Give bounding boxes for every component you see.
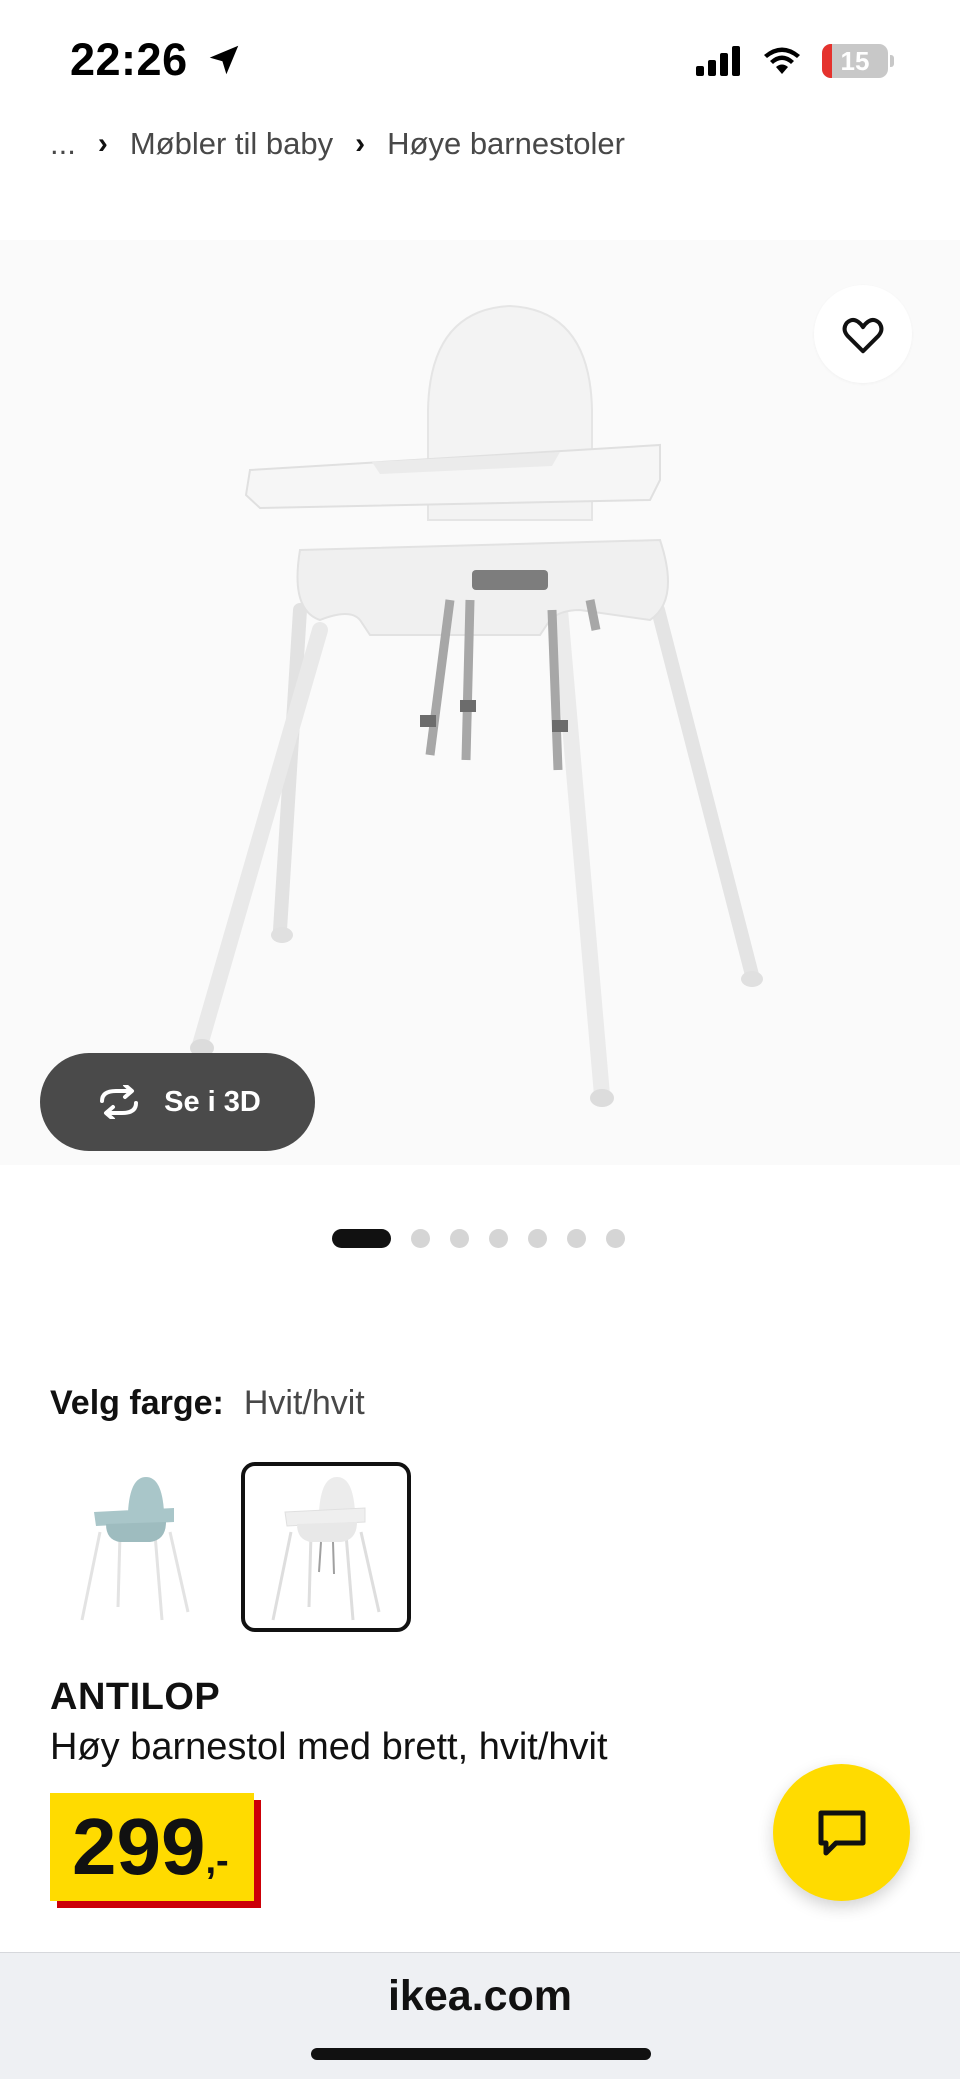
price-tag: 299 ,- (50, 1793, 254, 1901)
swatch-image-turquoise-chair (80, 1477, 190, 1621)
chevron-right-icon: › (355, 127, 366, 160)
breadcrumb-ellipsis[interactable]: ... (50, 126, 76, 162)
pagination-dot[interactable] (528, 1229, 547, 1248)
color-label: Velg farge: (50, 1384, 224, 1422)
product-description: Høy barnestol med brett, hvit/hvit (50, 1726, 608, 1768)
chat-button[interactable] (773, 1764, 910, 1901)
pagination-dot[interactable] (411, 1229, 430, 1248)
status-icons: 15 (696, 44, 894, 78)
color-selected-value: Hvit/hvit (243, 1384, 365, 1422)
status-time: 22:26 (70, 34, 243, 86)
location-arrow-icon (209, 45, 238, 75)
swatch-image-white-chair (271, 1477, 381, 1621)
view-3d-button[interactable]: Se i 3D (40, 1053, 315, 1151)
breadcrumb: ... › Møbler til baby › Høye barnestoler (50, 126, 625, 162)
pagination-dot[interactable] (489, 1229, 508, 1248)
cellular-signal-icon (696, 46, 740, 76)
color-swatch-turquoise[interactable] (50, 1462, 220, 1632)
chevron-right-icon: › (97, 127, 108, 160)
price-decimals: ,- (205, 1840, 229, 1882)
view-3d-label: Se i 3D (164, 1085, 261, 1118)
breadcrumb-baby-furniture[interactable]: Møbler til baby (130, 126, 333, 162)
pagination-dot-active[interactable] (332, 1229, 391, 1248)
product-name: ANTILOP (50, 1676, 221, 1718)
pagination-dot[interactable] (567, 1229, 586, 1248)
price-integer: 299 (72, 1802, 206, 1891)
heart-icon (842, 317, 884, 354)
browser-url[interactable]: ikea.com (0, 1972, 960, 2021)
pagination-dot[interactable] (450, 1229, 469, 1248)
favorite-button[interactable] (814, 285, 912, 383)
wifi-icon (764, 47, 800, 74)
gallery-pagination[interactable] (332, 1229, 625, 1248)
color-selector-label: Velg farge: Hvit/hvit (50, 1384, 365, 1423)
pagination-dot[interactable] (606, 1229, 625, 1248)
battery-icon: 15 (822, 44, 888, 78)
product-image-highchair (190, 304, 763, 1107)
rotate-icon (100, 1085, 139, 1119)
color-swatch-white[interactable] (241, 1462, 411, 1632)
home-indicator[interactable] (311, 2048, 651, 2060)
chat-bubble-icon (818, 1810, 865, 1855)
breadcrumb-high-chairs[interactable]: Høye barnestoler (387, 126, 625, 162)
